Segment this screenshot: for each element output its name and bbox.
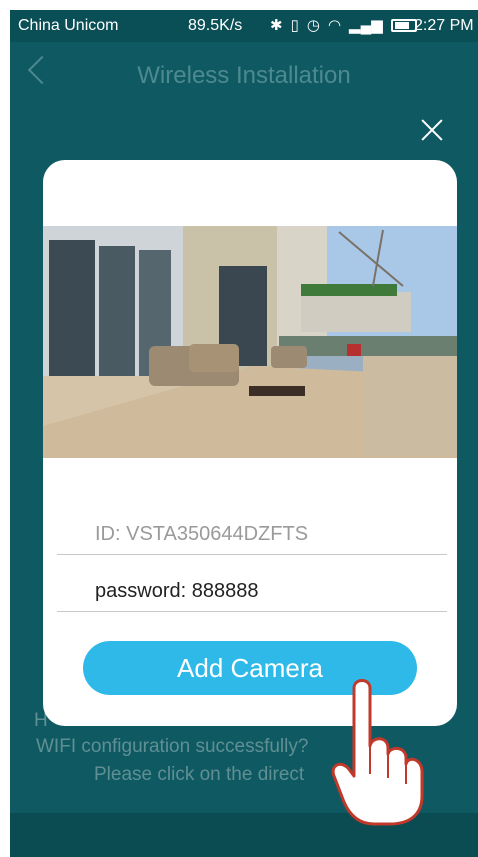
bluetooth-icon: ✱: [270, 17, 283, 34]
page-title: Wireless Installation: [137, 62, 351, 89]
status-icons: ✱ ▯ ◷ ◠ ▂▄▆: [270, 16, 417, 34]
add-camera-dialog: ID: VSTA350644DZFTS password: 888888 Add…: [43, 160, 457, 726]
camera-preview-image: [43, 226, 457, 458]
hand-pointer-icon: [331, 679, 424, 826]
battery-icon: [390, 18, 417, 32]
phone-screen: China Unicom 89.5K/s ✱ ▯ ◷ ◠ ▂▄▆ 2:27 PM…: [10, 10, 478, 857]
carrier-name: China Unicom: [18, 17, 119, 34]
close-icon[interactable]: [420, 118, 444, 142]
vibrate-icon: ▯: [290, 17, 299, 34]
camera-id-field: ID: VSTA350644DZFTS: [57, 515, 447, 555]
wifi-icon: ◠: [327, 17, 342, 34]
status-bar: China Unicom 89.5K/s ✱ ▯ ◷ ◠ ▂▄▆ 2:27 PM: [10, 10, 478, 42]
4g-signal-icon: ▂▄▆: [349, 17, 383, 34]
clock: 2:27 PM: [414, 17, 474, 34]
network-speed: 89.5K/s: [188, 17, 243, 34]
camera-password-field: password: 888888: [57, 572, 447, 612]
alarm-icon: ◷: [306, 17, 320, 34]
